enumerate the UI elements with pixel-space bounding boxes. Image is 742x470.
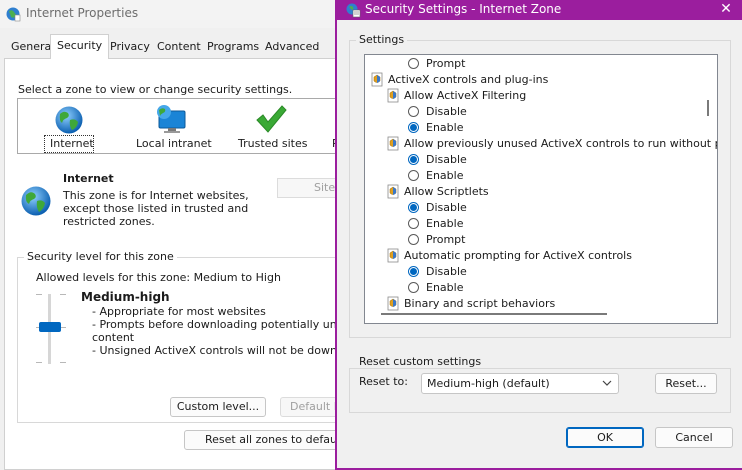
monitor-globe-icon — [157, 105, 186, 133]
zone-info-title: Internet — [63, 172, 114, 185]
security-level-bullet: content — [92, 331, 135, 344]
radio-unchecked[interactable] — [408, 234, 419, 245]
settings-option-label: Disable — [426, 153, 467, 166]
globe-icon — [21, 186, 51, 216]
security-settings-dialog: Security Settings - Internet Zone ✕ Sett… — [335, 0, 742, 470]
settings-group-label: Settings — [356, 33, 408, 46]
tab-content[interactable]: Content — [151, 38, 207, 58]
tab-advanced[interactable]: Advanced — [259, 38, 325, 58]
zone-trusted-sites-label: Trusted sites — [238, 137, 308, 150]
zone-focus-rectangle — [44, 135, 94, 153]
settings-option-label: Enable — [426, 217, 464, 230]
cancel-button[interactable]: Cancel — [655, 427, 733, 448]
allowed-levels-text: Allowed levels for this zone: Medium to … — [36, 271, 281, 284]
security-settings-title: Security Settings - Internet Zone — [365, 2, 562, 16]
slider-tick — [60, 362, 66, 363]
globe-icon — [55, 106, 83, 134]
settings-option-label: Disable — [426, 105, 467, 118]
radio-checked[interactable] — [408, 266, 419, 277]
settings-document-icon — [371, 72, 383, 87]
tab-security[interactable]: Security — [50, 34, 110, 59]
security-level-bullet: - Appropriate for most websites — [92, 305, 266, 318]
close-icon: ✕ — [720, 1, 732, 17]
settings-option-label: Enable — [426, 169, 464, 182]
zone-instruction: Select a zone to view or change security… — [18, 83, 293, 96]
radio-unchecked[interactable] — [408, 106, 419, 117]
radio-unchecked[interactable] — [408, 282, 419, 293]
tab-privacy[interactable]: Privacy — [104, 38, 156, 58]
security-level-bullet: - Unsigned ActiveX controls will not be … — [92, 344, 375, 357]
security-level-name: Medium-high — [81, 290, 170, 304]
settings-option-label: Enable — [426, 121, 464, 134]
settings-document-icon — [387, 248, 399, 263]
internet-properties-title: Internet Properties — [26, 6, 139, 20]
radio-unchecked[interactable] — [408, 58, 419, 69]
settings-setting-label: Binary and script behaviors — [404, 297, 556, 310]
settings-category-label: ActiveX controls and plug-ins — [388, 73, 549, 86]
settings-document-icon — [387, 136, 399, 151]
zone-info-description: This zone is for Internet websites, exce… — [63, 189, 249, 228]
security-settings-icon — [346, 3, 361, 18]
settings-setting-label: Allow previously unused ActiveX controls… — [404, 137, 718, 150]
settings-document-icon — [387, 184, 399, 199]
reset-to-select[interactable]: Medium-high (default) — [421, 373, 619, 394]
radio-unchecked[interactable] — [408, 170, 419, 181]
settings-list-vertical-scrollbar[interactable] — [707, 100, 709, 116]
ok-button[interactable]: OK — [566, 427, 644, 448]
reset-all-zones-button[interactable]: Reset all zones to default le — [184, 430, 350, 450]
settings-option-label: Prompt — [426, 57, 466, 70]
settings-option-label: Enable — [426, 281, 464, 294]
settings-option-label: Prompt — [426, 233, 466, 246]
reset-to-label: Reset to: — [359, 375, 408, 388]
slider-tick — [36, 294, 42, 295]
close-button[interactable]: ✕ — [716, 0, 736, 20]
radio-checked[interactable] — [408, 122, 419, 133]
security-level-slider-thumb[interactable] — [39, 322, 61, 332]
zone-local-intranet-label: Local intranet — [136, 137, 212, 150]
settings-setting-label: Allow ActiveX Filtering — [404, 89, 527, 102]
custom-level-button[interactable]: Custom level... — [170, 397, 266, 417]
chevron-down-icon — [602, 374, 612, 400]
settings-option-label: Disable — [426, 201, 467, 214]
settings-document-icon — [387, 88, 399, 103]
zone-local-intranet[interactable]: Local intranet — [136, 99, 216, 155]
tab-programs[interactable]: Programs — [201, 38, 265, 58]
slider-tick — [36, 362, 42, 363]
settings-setting-label: Allow Scriptlets — [404, 185, 489, 198]
security-level-group-label: Security level for this zone — [24, 250, 177, 263]
radio-checked[interactable] — [408, 202, 419, 213]
settings-option-label: Disable — [426, 265, 467, 278]
security-settings-titlebar[interactable]: Security Settings - Internet Zone ✕ — [337, 0, 742, 20]
checkmark-icon — [256, 105, 287, 133]
reset-button[interactable]: Reset... — [655, 373, 717, 394]
internet-properties-icon — [6, 7, 21, 22]
settings-document-icon — [387, 296, 399, 311]
security-level-bullet: - Prompts before downloading potentially… — [92, 318, 360, 331]
settings-setting-label: Automatic prompting for ActiveX controls — [404, 249, 632, 262]
radio-checked[interactable] — [408, 154, 419, 165]
settings-list-horizontal-scrollbar[interactable] — [381, 313, 607, 315]
security-level-description: - Appropriate for most websites - Prompt… — [92, 305, 374, 357]
reset-custom-settings-label: Reset custom settings — [356, 355, 485, 368]
settings-list[interactable]: Prompt ActiveX controls and plug-ins Allow… — [364, 54, 718, 324]
reset-to-value: Medium-high (default) — [427, 377, 550, 390]
zone-trusted-sites[interactable]: Trusted sites — [238, 99, 318, 155]
radio-unchecked[interactable] — [408, 218, 419, 229]
slider-tick — [60, 294, 66, 295]
